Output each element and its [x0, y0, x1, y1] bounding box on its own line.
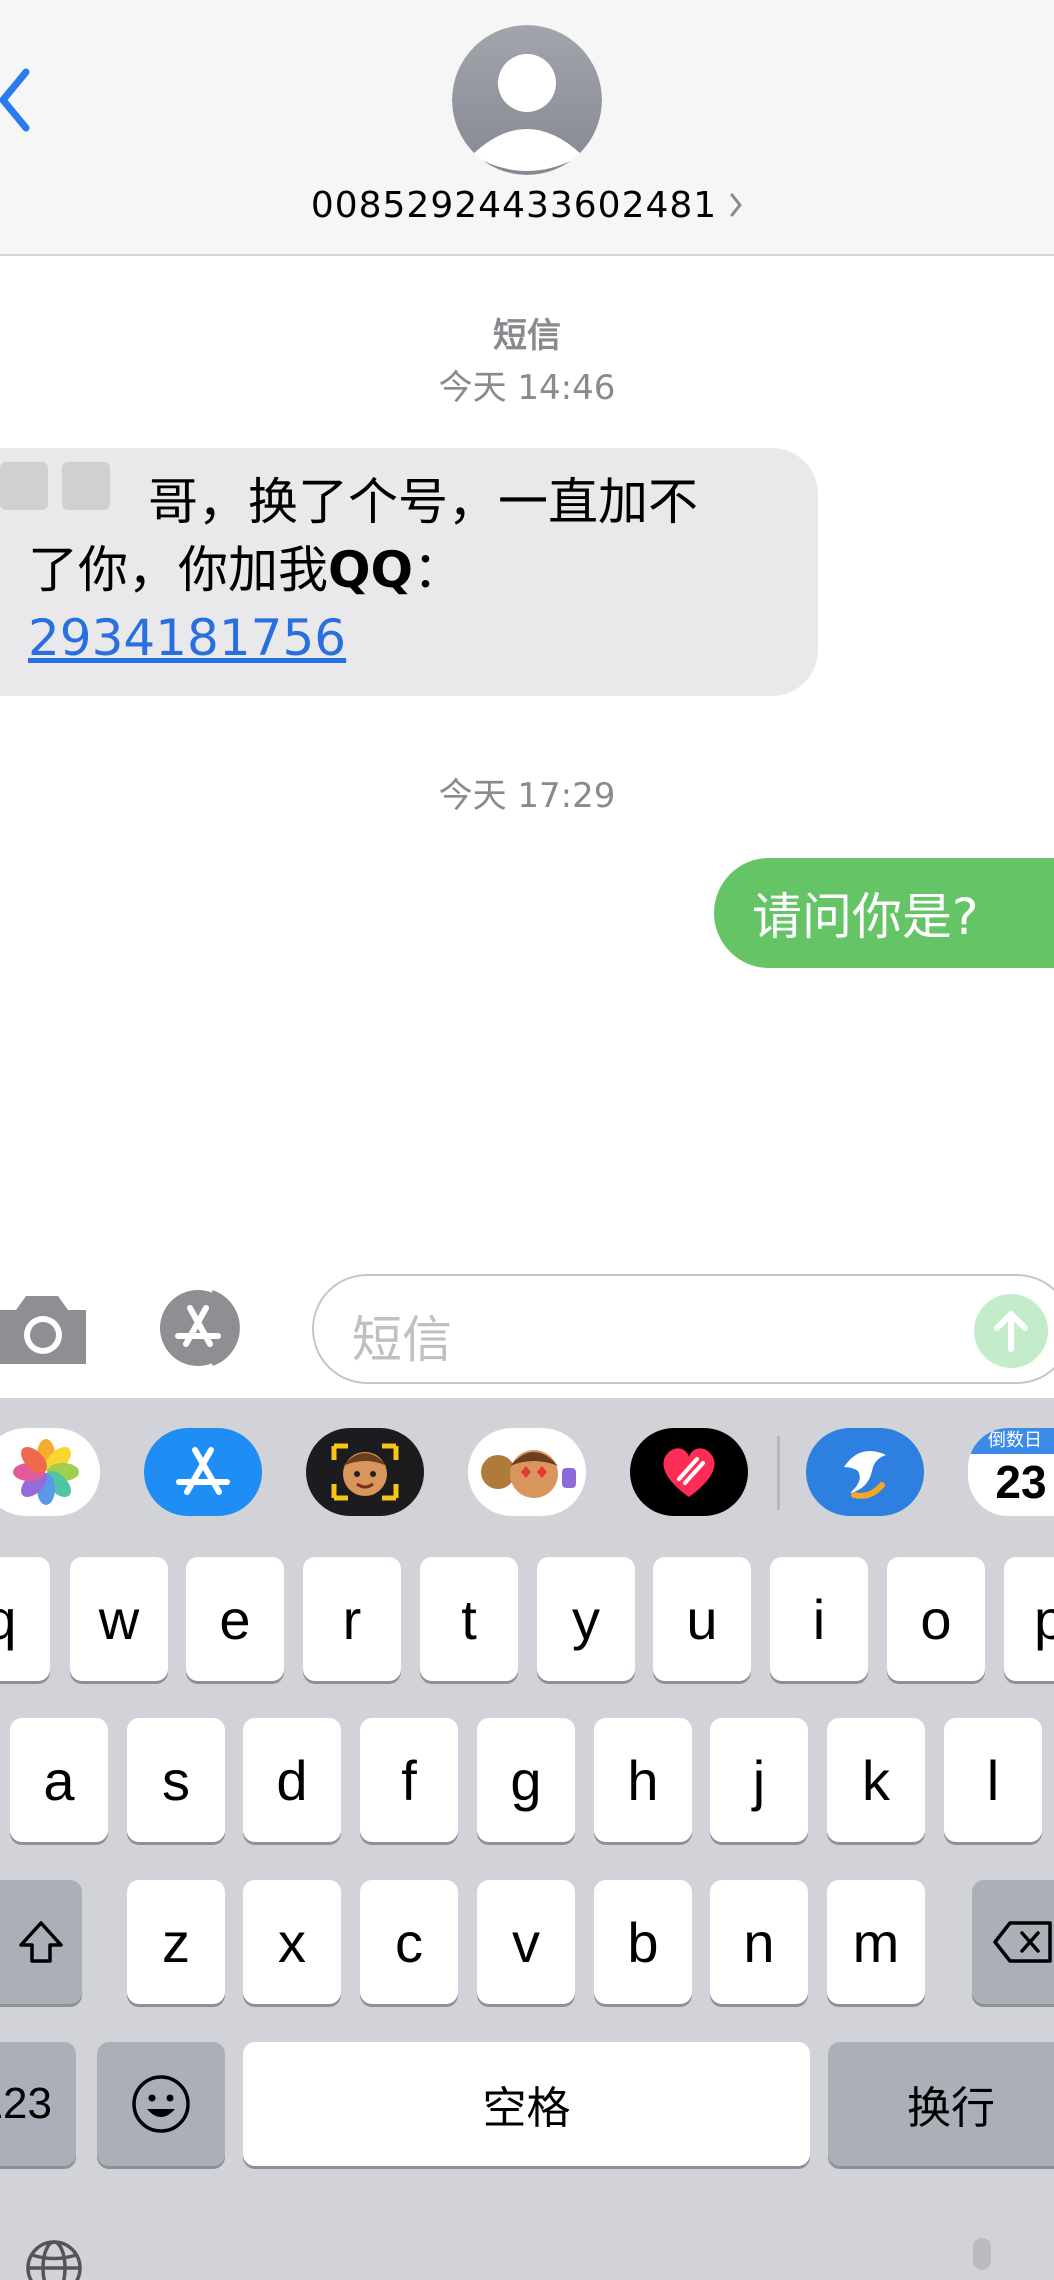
send-arrow-icon: [994, 1311, 1028, 1352]
key-c[interactable]: c: [360, 1880, 458, 2004]
contact-number: 00852924433602481: [310, 184, 718, 226]
numbers-key[interactable]: 123: [0, 2042, 76, 2166]
countdown-value: 23: [995, 1456, 1047, 1508]
key-v[interactable]: v: [477, 1880, 575, 2004]
key-r[interactable]: r: [303, 1557, 401, 1681]
space-key[interactable]: 空格: [243, 2042, 810, 2166]
app-drawer: 倒数日 23: [0, 1398, 1054, 1552]
emoji-icon: [132, 2075, 190, 2133]
input-placeholder: 短信: [352, 1311, 452, 1369]
key-b[interactable]: b: [594, 1880, 692, 2004]
countdown-app-icon[interactable]: 倒数日 23: [968, 1428, 1054, 1516]
emoji-key[interactable]: [97, 2042, 225, 2166]
key-z[interactable]: z: [127, 1880, 225, 2004]
key-n[interactable]: n: [710, 1880, 808, 2004]
key-s[interactable]: s: [127, 1718, 225, 1842]
key-t[interactable]: t: [420, 1557, 518, 1681]
dictation-button[interactable]: [962, 2234, 1002, 2280]
return-key[interactable]: 换行: [828, 2042, 1054, 2166]
incoming-message-line: 了你，你加我QQ：: [28, 541, 464, 599]
person-icon: [452, 25, 602, 175]
app-strip-divider: [777, 1436, 780, 1510]
back-button[interactable]: [0, 62, 40, 138]
digital-touch-heart-icon[interactable]: [630, 1428, 748, 1516]
key-q[interactable]: q: [0, 1557, 50, 1681]
app-store-icon[interactable]: [144, 1428, 262, 1516]
dolphin-app-icon[interactable]: [806, 1428, 924, 1516]
memoji-stickers-icon[interactable]: [468, 1428, 586, 1516]
key-p[interactable]: p: [1004, 1557, 1054, 1681]
send-button[interactable]: [974, 1294, 1048, 1368]
camera-icon: [0, 1296, 86, 1364]
delete-icon: [993, 1921, 1052, 1963]
message-input[interactable]: 短信: [312, 1274, 1054, 1384]
contact-detail-button[interactable]: 00852924433602481: [0, 180, 1054, 230]
globe-icon: [26, 2240, 82, 2280]
countdown-label: 倒数日: [968, 1428, 1054, 1454]
camera-button[interactable]: [0, 1288, 88, 1368]
key-a[interactable]: a: [10, 1718, 108, 1842]
key-m[interactable]: m: [827, 1880, 925, 2004]
key-i[interactable]: i: [770, 1557, 868, 1681]
photos-icon[interactable]: [0, 1428, 100, 1516]
key-w[interactable]: w: [70, 1557, 168, 1681]
key-g[interactable]: g: [477, 1718, 575, 1842]
qq-number-link[interactable]: 2934181756: [28, 609, 346, 667]
keyboard: 倒数日 23 q w e r t y u i o p a s d f g h j…: [0, 1398, 1054, 2280]
microphone-icon: [973, 2238, 991, 2270]
shift-icon: [19, 1921, 63, 1963]
redacted-text: [0, 462, 150, 510]
key-k[interactable]: k: [827, 1718, 925, 1842]
key-l[interactable]: l: [944, 1718, 1042, 1842]
conversation-header: 00852924433602481: [0, 0, 1054, 256]
chevron-left-icon: [0, 68, 30, 132]
delete-key[interactable]: [972, 1880, 1054, 2004]
key-x[interactable]: x: [243, 1880, 341, 2004]
outgoing-message-bubble[interactable]: 请问你是?: [714, 858, 1054, 968]
key-u[interactable]: u: [653, 1557, 751, 1681]
key-j[interactable]: j: [710, 1718, 808, 1842]
key-y[interactable]: y: [537, 1557, 635, 1681]
service-label: 短信: [493, 316, 561, 356]
app-store-icon: [160, 1290, 240, 1366]
key-f[interactable]: f: [360, 1718, 458, 1842]
apps-button[interactable]: [152, 1288, 260, 1368]
key-o[interactable]: o: [887, 1557, 985, 1681]
message-timestamp: 今天 17:29: [438, 776, 616, 816]
key-e[interactable]: e: [186, 1557, 284, 1681]
outgoing-message-text: 请问你是?: [752, 888, 979, 946]
key-h[interactable]: h: [594, 1718, 692, 1842]
chevron-right-icon: [729, 192, 743, 218]
avatar[interactable]: [452, 25, 602, 175]
shift-key[interactable]: [0, 1880, 82, 2004]
key-d[interactable]: d: [243, 1718, 341, 1842]
globe-button[interactable]: [24, 2238, 84, 2280]
message-timestamp: 今天 14:46: [438, 368, 616, 408]
memoji-camera-icon[interactable]: [306, 1428, 424, 1516]
